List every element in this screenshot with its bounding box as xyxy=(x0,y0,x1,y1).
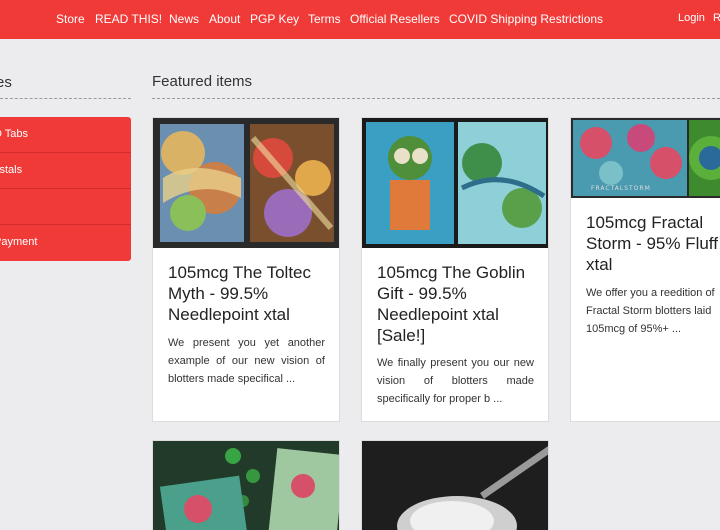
product-description: We finally present you our new vision of… xyxy=(377,357,534,405)
nav-login[interactable]: Login xyxy=(678,12,705,24)
top-navbar: Store READ THIS! News About PGP Key Term… xyxy=(0,0,720,39)
nav-read-this[interactable]: READ THIS! xyxy=(95,12,162,26)
sidebar-item-label: D Tabs xyxy=(0,128,29,140)
sidebar-item-label: Payment xyxy=(0,236,38,248)
nav-news[interactable]: News xyxy=(169,12,199,26)
product-card-toltec-myth[interactable]: 105mcg The Toltec Myth - 99.5% Needlepoi… xyxy=(152,117,340,422)
sidebar-item-payment[interactable]: Payment xyxy=(0,225,131,261)
product-image[interactable]: FRACTALSTORM xyxy=(571,118,720,198)
product-description: We present you yet another example of ou… xyxy=(168,337,325,385)
sidebar-item-crystals[interactable]: ystals xyxy=(0,153,131,189)
product-image[interactable] xyxy=(362,441,548,530)
featured-items-divider xyxy=(152,98,720,99)
sidebar-item-blank[interactable] xyxy=(0,189,131,225)
product-description: We offer you a reedition of Fractal Stor… xyxy=(586,287,715,335)
product-title[interactable]: 105mcg The Goblin Gift - 99.5% Needlepoi… xyxy=(377,262,537,346)
nav-about[interactable]: About xyxy=(209,12,240,26)
sidebar-item-label: ystals xyxy=(0,164,23,176)
sidebar-title: es xyxy=(0,74,12,91)
nav-store[interactable]: Store xyxy=(56,12,85,26)
product-image[interactable] xyxy=(153,441,339,530)
product-card-goblin-gift[interactable]: 105mcg The Goblin Gift - 99.5% Needlepoi… xyxy=(361,117,549,422)
nav-terms[interactable]: Terms xyxy=(308,12,341,26)
sidebar-item-tabs[interactable]: D Tabs xyxy=(0,117,131,153)
nav-register[interactable]: R xyxy=(713,12,720,24)
nav-official-resellers[interactable]: Official Resellers xyxy=(350,12,440,26)
product-title[interactable]: 105mcg Fractal Storm - 95% Fluff xtal xyxy=(586,212,720,275)
crystal-spoon-image xyxy=(362,441,548,530)
product-image[interactable] xyxy=(362,118,548,248)
blotter-art-image xyxy=(153,118,339,248)
product-card-fractal-storm[interactable]: FRACTALSTORM 105mcg Fractal Storm - 95% … xyxy=(570,117,720,422)
blotter-art-image xyxy=(362,118,548,248)
nav-pgp-key[interactable]: PGP Key xyxy=(250,12,299,26)
nav-covid-shipping[interactable]: COVID Shipping Restrictions xyxy=(449,12,603,26)
product-image[interactable] xyxy=(153,118,339,248)
product-card-4[interactable] xyxy=(152,440,340,530)
blotter-art-image xyxy=(153,441,339,530)
featured-items-heading: Featured items xyxy=(152,73,253,90)
sidebar-category-menu: D Tabs ystals Payment xyxy=(0,117,131,261)
product-image-label: FRACTALSTORM xyxy=(591,185,651,192)
product-card-5[interactable] xyxy=(361,440,549,530)
product-title[interactable]: 105mcg The Toltec Myth - 99.5% Needlepoi… xyxy=(168,262,328,325)
sidebar-divider xyxy=(0,98,131,99)
